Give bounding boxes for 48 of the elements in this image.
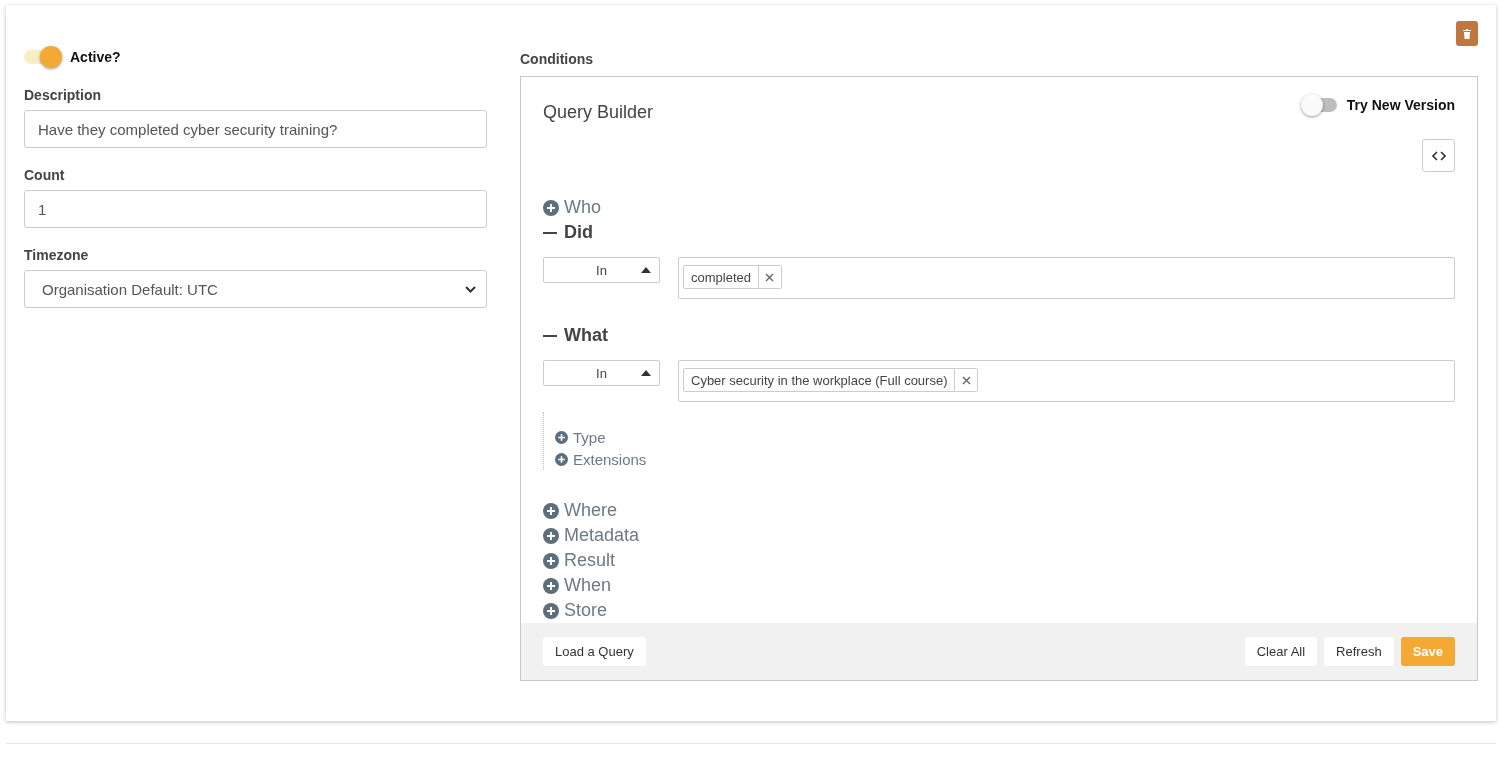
footer-button[interactable]: Load a Query [543,637,646,666]
section-toggle[interactable]: Did [543,220,1455,245]
plus-circle-icon [555,430,568,444]
caret-icon [641,370,651,376]
chevron-down-icon [465,285,476,293]
remove-icon[interactable] [954,369,978,391]
minus-icon [543,334,557,337]
field-label: Count [24,167,66,183]
tag: Cyber security in the workplace (Full course) [683,368,979,392]
section-toggle[interactable]: Metadata [543,523,1455,548]
caret-icon [641,267,651,273]
section-toggle[interactable]: When [543,573,1455,598]
plus-circle-icon [543,502,559,519]
remove-icon[interactable] [758,266,781,288]
field-label: Timezone [24,247,90,263]
section-toggle[interactable]: What [543,323,1455,348]
plus-circle-icon [543,199,559,216]
code-button[interactable] [1422,139,1455,172]
tag: completed [683,265,782,289]
section-title: Conditions [520,51,595,67]
toggle-label: Active? [70,49,121,65]
plus-circle-icon [543,552,559,569]
select-field[interactable]: Organisation Default: UTC [24,270,487,308]
section-toggle[interactable]: Who [543,195,1455,220]
tag-input[interactable]: completed [678,257,1455,299]
footer-button[interactable]: Refresh [1324,637,1394,666]
section-toggle[interactable]: Type [555,426,1455,448]
section-toggle[interactable]: Store [543,598,1455,623]
input-field[interactable]: 1 [24,190,487,228]
minus-icon [543,231,557,234]
plus-circle-icon [543,577,559,594]
section-toggle[interactable]: Where [543,498,1455,523]
panel-title: Query Builder [543,102,654,123]
operator-dropdown[interactable]: In [543,257,660,283]
plus-circle-icon [555,452,568,466]
input-field[interactable]: Have they completed cyber security training? [24,110,487,148]
operator-dropdown[interactable]: In [543,360,660,386]
delete-button[interactable] [1456,21,1478,46]
section-toggle[interactable]: Result [543,548,1455,573]
trash-icon [1463,28,1471,39]
plus-circle-icon [543,527,559,544]
plus-circle-icon [543,602,559,619]
code-icon [1431,150,1446,161]
section-toggle[interactable]: Extensions [555,448,1455,470]
tag-input[interactable]: Cyber security in the workplace (Full course) [678,360,1455,402]
toggle-label: Try New Version [1346,97,1455,113]
field-label: Description [24,87,102,103]
footer-button[interactable]: Clear All [1244,637,1318,666]
